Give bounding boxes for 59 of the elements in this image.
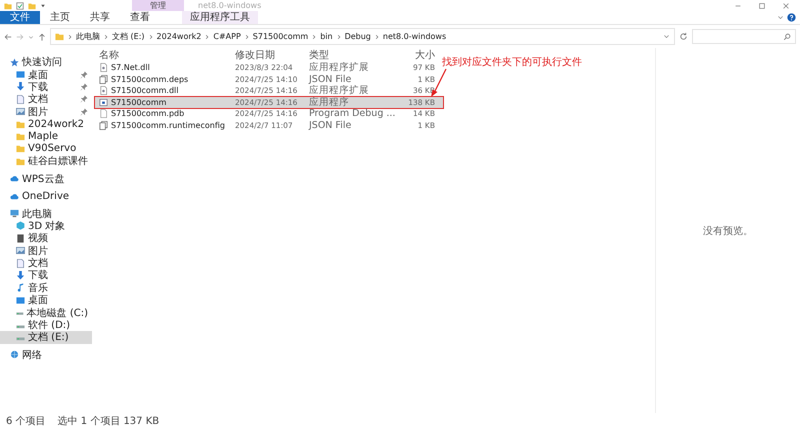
type-cell: Program Debug ...	[309, 108, 396, 120]
window-title: net8.0-windows	[197, 0, 262, 11]
sidebar-item[interactable]: 桌面	[0, 294, 92, 306]
type-cell: 应用程序扩展	[309, 62, 369, 74]
file-name: S71500comm	[111, 98, 166, 107]
sidebar-item[interactable]: 快速访问	[0, 56, 92, 68]
ribbon-tab[interactable]: 共享	[80, 11, 120, 24]
file-name: S71500comm.deps	[111, 74, 188, 84]
selection-info: 选中 1 个项目 137 KB	[58, 414, 160, 428]
sidebar-item[interactable]: 文档	[0, 93, 92, 106]
breadcrumb-item[interactable]: 2024work2	[156, 32, 202, 41]
sidebar-item[interactable]: 下载	[0, 80, 92, 94]
sidebar-item[interactable]: 本地磁盘 (C:)	[0, 306, 92, 319]
sidebar-item[interactable]: 网络	[0, 348, 92, 361]
breadcrumb-item[interactable]: net8.0-windows	[382, 32, 446, 41]
sidebar-item[interactable]: 3D 对象	[0, 220, 92, 232]
breadcrumb-item[interactable]: 文档 (E:)	[112, 31, 145, 42]
file-name: S71500comm.runtimeconfig	[111, 120, 225, 130]
sidebar-item[interactable]: V90Servo	[0, 142, 92, 156]
sidebar-item[interactable]: 文档	[0, 256, 92, 270]
column-header[interactable]: 名称	[99, 48, 235, 62]
type-cell: JSON File	[309, 74, 352, 85]
column-header[interactable]: 类型	[309, 48, 391, 62]
sidebar-item[interactable]: 图片	[0, 106, 92, 118]
ribbon-tab[interactable]: 查看	[120, 11, 160, 24]
item-count: 6 个项目	[6, 415, 46, 428]
breadcrumb-item[interactable]: S71500comm	[252, 32, 308, 41]
context-tab-header: 管理	[132, 0, 184, 11]
sidebar-item[interactable]: 下载	[0, 269, 92, 282]
sidebar-item[interactable]: WPS云盘	[0, 172, 92, 185]
sidebar-item[interactable]: 此电脑	[0, 207, 92, 220]
breadcrumb-item[interactable]: bin	[320, 32, 333, 41]
file-name: S71500comm.dll	[111, 86, 178, 96]
breadcrumb-item[interactable]: Debug	[344, 32, 371, 41]
type-cell: JSON File	[309, 120, 352, 131]
breadcrumb-item[interactable]: 此电脑	[76, 31, 100, 42]
preview-message: 没有预览。	[703, 224, 753, 238]
type-cell: 应用程序	[309, 96, 349, 108]
column-header[interactable]: 修改日期	[235, 48, 309, 62]
sidebar-item[interactable]: 硅谷白嫖课件	[0, 155, 92, 168]
sidebar-item[interactable]: 图片	[0, 244, 92, 257]
ribbon-tab[interactable]: 应用程序工具	[182, 11, 258, 24]
type-cell: 应用程序扩展	[309, 85, 369, 96]
sidebar-item[interactable]: 视频	[0, 232, 92, 244]
breadcrumb-item[interactable]: C#APP	[213, 32, 241, 41]
sidebar-item[interactable]: 2024work2	[0, 118, 92, 130]
sidebar-item[interactable]: OneDrive	[0, 190, 92, 202]
address-bar[interactable]: 此电脑 文档 (E:) 2024work2 C#APP S71500comm bin Debug net8.0-windows	[50, 28, 675, 45]
sidebar-item[interactable]: 音乐	[0, 282, 92, 294]
ribbon-tab[interactable]: 文件	[0, 11, 40, 24]
file-name: S71500comm.pdb	[111, 109, 184, 118]
sidebar-item[interactable]: Maple	[0, 130, 92, 143]
file-name: S7.Net.dll	[111, 63, 150, 72]
sidebar-item[interactable]: 文档 (E:)	[0, 331, 92, 344]
sidebar-item[interactable]: 桌面	[0, 68, 92, 81]
sidebar-item[interactable]: 软件 (D:)	[0, 318, 92, 332]
ribbon-tab[interactable]: 主页	[40, 11, 80, 24]
column-header[interactable]: 大小	[391, 48, 435, 62]
annotation-text: 找到对应文件夹下的可执行文件	[442, 56, 582, 69]
